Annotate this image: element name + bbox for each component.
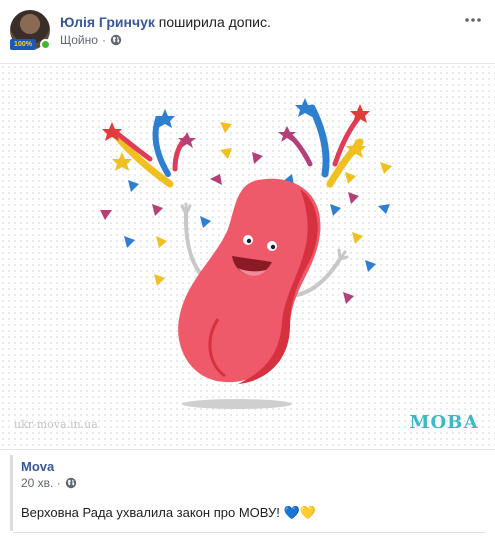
confetti-triangle — [128, 180, 139, 192]
divider — [13, 532, 485, 533]
firework-streak — [308, 104, 330, 178]
shared-post: 100% Юлія Гринчук поширила допис. Щойно … — [0, 0, 495, 536]
confetti-triangle — [330, 204, 341, 216]
confetti-triangle — [365, 260, 376, 272]
confetti-triangle — [124, 236, 135, 248]
post-headline: Юлія Гринчук поширила допис. — [60, 13, 271, 31]
tongue-shadow — [182, 399, 292, 409]
globe-icon[interactable] — [65, 477, 77, 489]
tongue-illustration — [100, 98, 392, 409]
share-action-text: поширила допис. — [158, 14, 271, 30]
shared-post-meta: 20 хв. · — [21, 476, 77, 490]
avatar-frame-badge: 100% — [10, 39, 36, 50]
right-hand — [337, 248, 349, 261]
shared-timestamp[interactable]: 20 хв. · — [21, 476, 61, 490]
confetti-triangle — [200, 216, 211, 228]
left-pupil — [246, 238, 252, 244]
shared-post-block: Mova 20 хв. · Верховна Рада ухвалила зак… — [10, 455, 485, 531]
post-timestamp[interactable]: Щойно — [60, 33, 98, 47]
confetti-triangle — [152, 204, 163, 216]
confetti-triangle — [220, 148, 232, 159]
confetti-triangle — [380, 162, 392, 174]
shared-post-text: Верховна Рада ухвалила закон про МОВУ! 💙… — [21, 505, 316, 520]
author-name-link[interactable]: Юлія Гринчук — [60, 14, 155, 30]
confetti-triangle — [156, 236, 167, 248]
firework-streak — [152, 116, 171, 177]
star-shape — [112, 152, 132, 171]
confetti-triangle — [352, 232, 363, 244]
confetti-triangle — [378, 204, 390, 214]
star-shape — [350, 104, 370, 123]
confetti-triangle — [345, 172, 356, 184]
globe-icon[interactable] — [110, 34, 122, 46]
post-meta: Щойно · — [60, 33, 122, 47]
confetti-triangle — [210, 174, 222, 185]
online-status-dot — [40, 39, 51, 50]
confetti-triangle — [343, 292, 354, 304]
shared-author-link[interactable]: Mova — [21, 459, 54, 474]
watermark-text: ukr-mova.in.ua — [14, 418, 98, 431]
confetti-triangle — [252, 152, 263, 164]
more-options-icon[interactable] — [463, 10, 483, 30]
confetti-triangle — [154, 274, 165, 286]
confetti-triangle — [348, 192, 359, 204]
post-image[interactable]: ukr-mova.in.ua МОВА — [0, 63, 495, 450]
confetti-triangle — [220, 122, 232, 133]
post-header: 100% Юлія Гринчук поширила допис. Щойно … — [0, 0, 495, 60]
meta-separator: · — [101, 33, 106, 47]
right-pupil — [270, 244, 276, 250]
mova-logo: МОВА — [409, 412, 479, 433]
confetti-triangle — [100, 210, 112, 220]
left-hand — [180, 202, 192, 216]
